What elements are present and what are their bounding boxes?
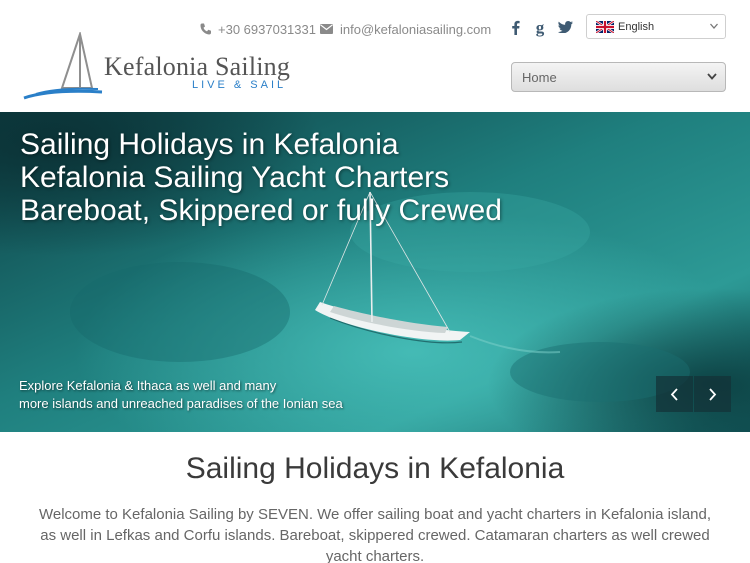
hero-title-line: Kefalonia Sailing Yacht Charters — [20, 161, 450, 194]
brand-tagline: LIVE & SAIL — [192, 79, 287, 91]
chevron-right-icon — [709, 387, 717, 401]
language-label: English — [618, 20, 655, 33]
hero-caption-line: more islands and unreached paradises of … — [19, 396, 343, 411]
facebook-icon — [511, 20, 520, 35]
site-header: Kefalonia Sailing LIVE & SAIL +30 693703… — [0, 0, 750, 112]
slider-prev-button[interactable] — [656, 376, 693, 412]
language-select[interactable]: English — [586, 14, 726, 39]
main-menu-select[interactable]: Home — [511, 62, 726, 92]
email-address[interactable]: info@kefaloniasailing.com — [340, 22, 491, 37]
chevron-down-icon — [710, 23, 718, 29]
hero-slider: Sailing Holidays in Kefalonia Kefalonia … — [0, 112, 750, 432]
brand-name: Kefalonia Sailing — [104, 52, 291, 81]
hero-caption-line: Explore Kefalonia & Ithaca as well and m… — [19, 378, 277, 393]
hero-title-line: Sailing Holidays in Kefalonia — [20, 128, 399, 161]
envelope-icon — [320, 24, 333, 34]
contact-email: info@kefaloniasailing.com — [320, 20, 491, 38]
menu-select-label: Home — [522, 69, 557, 85]
hero-title: Sailing Holidays in Kefalonia Kefalonia … — [20, 128, 502, 227]
google-plus-icon: g — [535, 17, 545, 37]
slider-next-button[interactable] — [694, 376, 731, 412]
hero-caption: Explore Kefalonia & Ithaca as well and m… — [19, 377, 343, 413]
uk-flag-icon — [596, 20, 614, 33]
page-heading: Sailing Holidays in Kefalonia — [185, 452, 565, 485]
twitter-icon — [557, 21, 573, 33]
sailboat-logo-icon — [23, 32, 103, 100]
phone-number[interactable]: +30 6937031331 — [218, 22, 316, 37]
google-plus-link[interactable]: g — [530, 16, 550, 38]
facebook-link[interactable] — [505, 16, 525, 38]
contact-phone: +30 6937031331 — [200, 20, 316, 38]
intro-paragraph: Welcome to Kefalonia Sailing by SEVEN. W… — [38, 506, 712, 563]
chevron-left-icon — [670, 387, 678, 401]
twitter-link[interactable] — [555, 16, 575, 38]
chevron-down-icon — [707, 73, 717, 80]
site-logo[interactable]: Kefalonia Sailing LIVE & SAIL — [22, 32, 322, 102]
main-content: Sailing Holidays in Kefalonia Welcome to… — [0, 432, 750, 563]
phone-icon — [200, 23, 211, 35]
hero-title-line: Bareboat, Skippered or fully Crewed — [20, 194, 502, 227]
